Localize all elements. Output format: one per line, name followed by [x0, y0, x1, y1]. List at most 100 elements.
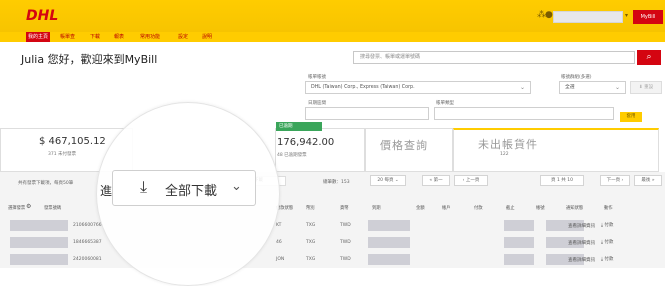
chevron-down-icon[interactable]: ▾ [625, 12, 628, 19]
col-notify[interactable]: 通知狀態 [566, 205, 583, 211]
redacted-cell [368, 220, 410, 231]
total-label: 總筆數：153 [323, 180, 350, 185]
nav-help[interactable]: 說明 [200, 32, 214, 42]
page-size-value: 20 每頁 [377, 178, 394, 183]
overdue-sub: 48 已逾期發票 [277, 153, 307, 158]
currency-cell: TWD [340, 240, 351, 245]
col-payment[interactable]: 付款 [474, 205, 483, 211]
search-input[interactable]: 搜尋發票、帳單或運單號碼 [353, 51, 635, 64]
page-size-select[interactable]: 20 每頁 ⌄ [370, 175, 406, 186]
code-cell: TXG [306, 223, 316, 228]
account-select[interactable]: DHL (Taiwan) Corp., Express (Taiwan) Cor… [305, 81, 531, 94]
download-all-button[interactable]: ⤓ 全部下載 ⌄ [112, 170, 256, 206]
inquiry-card[interactable]: 價格查詢 [365, 128, 453, 172]
invoice-number[interactable]: 2106600766 [73, 223, 102, 228]
redacted-cell [504, 254, 534, 265]
download-icon: ⤓ [140, 177, 148, 196]
col-due[interactable]: 到期 [372, 205, 381, 211]
dept-cell: 46 [276, 240, 282, 245]
group-select[interactable]: 全選 ⌄ [559, 81, 626, 94]
pay-label: 付款 [604, 223, 614, 228]
reset-button[interactable]: ⬇ 重設 [630, 81, 662, 94]
balance-sub: 371 未付發票 [48, 152, 77, 157]
col-currency[interactable]: 貨幣 [340, 205, 349, 211]
settings-icon[interactable]: ⚙ [26, 203, 31, 210]
date-range-input[interactable] [305, 107, 429, 120]
svg-text:DHL: DHL [26, 8, 58, 23]
redacted-cell [10, 237, 68, 248]
date-label: 日期區間 [308, 101, 326, 106]
account-label: 帳單帳號 [308, 75, 326, 80]
last-page-button[interactable]: 最後 » [634, 175, 662, 186]
redacted-cell [368, 254, 410, 265]
code-cell: TXG [306, 257, 316, 262]
page-title: Julia 您好，歡迎來到MyBill [21, 53, 158, 66]
code-cell: TXG [306, 240, 316, 245]
nav-reports[interactable]: 報表 [112, 32, 126, 42]
chevron-down-icon: ⌄ [519, 84, 525, 91]
currency-cell: TWD [340, 223, 351, 228]
overdue-badge: 已逾期 [276, 122, 322, 131]
invoice-number[interactable]: 2420060081 [73, 257, 102, 262]
overdue-card[interactable]: 176,942.00 48 已逾期發票 [275, 128, 365, 172]
search-icon: ⌕ [646, 52, 652, 62]
unbilled-card[interactable]: 未出帳貨件 122 [453, 128, 659, 172]
results-info: 共有發票下載項，每頁50筆 [18, 181, 74, 186]
invoice-number[interactable]: 1846665387 [73, 240, 102, 245]
unbilled-title: 未出帳貨件 [478, 138, 538, 151]
view-details-link[interactable]: 查看詳細資訊 [568, 223, 595, 229]
download-icon: ⬇ [638, 85, 643, 90]
currency-cell: TWD [340, 257, 351, 262]
col-action[interactable]: 動作 [604, 205, 613, 211]
reset-label: 重設 [644, 85, 654, 90]
redacted-cell [368, 237, 410, 248]
account-select-value: DHL (Taiwan) Corp., Express (Taiwan) Cor… [311, 85, 415, 90]
nav-download[interactable]: 下載 [88, 32, 102, 42]
user-menu[interactable] [553, 11, 623, 23]
dept-cell: KT [276, 223, 282, 228]
redacted-cell [10, 254, 68, 265]
prev-page-button[interactable]: ‹ 上一頁 [454, 175, 488, 186]
first-page-button[interactable]: « 第一 [422, 175, 450, 186]
inquiry-title: 價格查詢 [380, 139, 428, 152]
redacted-cell [504, 220, 534, 231]
pay-button[interactable]: ⤓ 付款 [601, 256, 613, 262]
nav-favorites[interactable]: 常用功能 [138, 32, 162, 42]
col-amount[interactable]: 金額 [416, 205, 425, 211]
col-acct-no[interactable]: 帳號 [536, 205, 545, 211]
redacted-cell [10, 220, 68, 231]
mybill-button[interactable]: MyBill [633, 10, 663, 24]
group-label: 帳號群組(多選) [561, 75, 592, 80]
col-cutoff[interactable]: 截止 [506, 205, 515, 211]
user-icon[interactable]: ● [545, 10, 553, 20]
pay-button[interactable]: ⤓ 付款 [601, 239, 613, 245]
type-input[interactable] [434, 107, 614, 120]
search-button[interactable]: ⌕ [637, 50, 661, 65]
view-details-link[interactable]: 查看詳細資訊 [568, 240, 595, 246]
pay-button[interactable]: ⤓ 付款 [601, 222, 613, 228]
redacted-cell [504, 237, 534, 248]
dhl-logo[interactable]: DHL [24, 7, 88, 23]
group-select-value: 全選 [565, 85, 575, 90]
overdue-amount: 176,942.00 [277, 137, 335, 148]
chevron-down-icon: ⌄ [614, 84, 620, 91]
col-invoice[interactable]: 發票號碼 [44, 205, 61, 211]
chevron-down-icon: ⌄ [231, 179, 242, 194]
unbilled-count: 122 [500, 152, 509, 157]
col-select[interactable]: 選擇發票 [8, 205, 25, 211]
next-page-button[interactable]: 下一頁 › [600, 175, 630, 186]
col-type[interactable]: 幣別 [306, 205, 315, 211]
nav-bills[interactable]: 帳單查 [58, 32, 77, 42]
page-indicator[interactable]: 頁 1 共 10 [540, 175, 584, 186]
nav-home[interactable]: 我的主頁 [26, 32, 51, 42]
dept-cell: JON [276, 257, 285, 262]
col-account[interactable]: 帳戶 [442, 205, 451, 211]
balance-amount: $ 467,105.12 [39, 136, 106, 147]
nav-settings[interactable]: 設定 [176, 32, 190, 42]
view-details-link[interactable]: 查看詳細資訊 [568, 257, 595, 263]
type-label: 帳單類型 [436, 101, 454, 106]
main-nav: 我的主頁 帳單查 下載 報表 常用功能 設定 說明 [0, 32, 665, 42]
pay-label: 付款 [604, 240, 614, 245]
zoomed-text: 進 [100, 184, 113, 198]
apply-button[interactable]: 套用 [620, 112, 642, 122]
